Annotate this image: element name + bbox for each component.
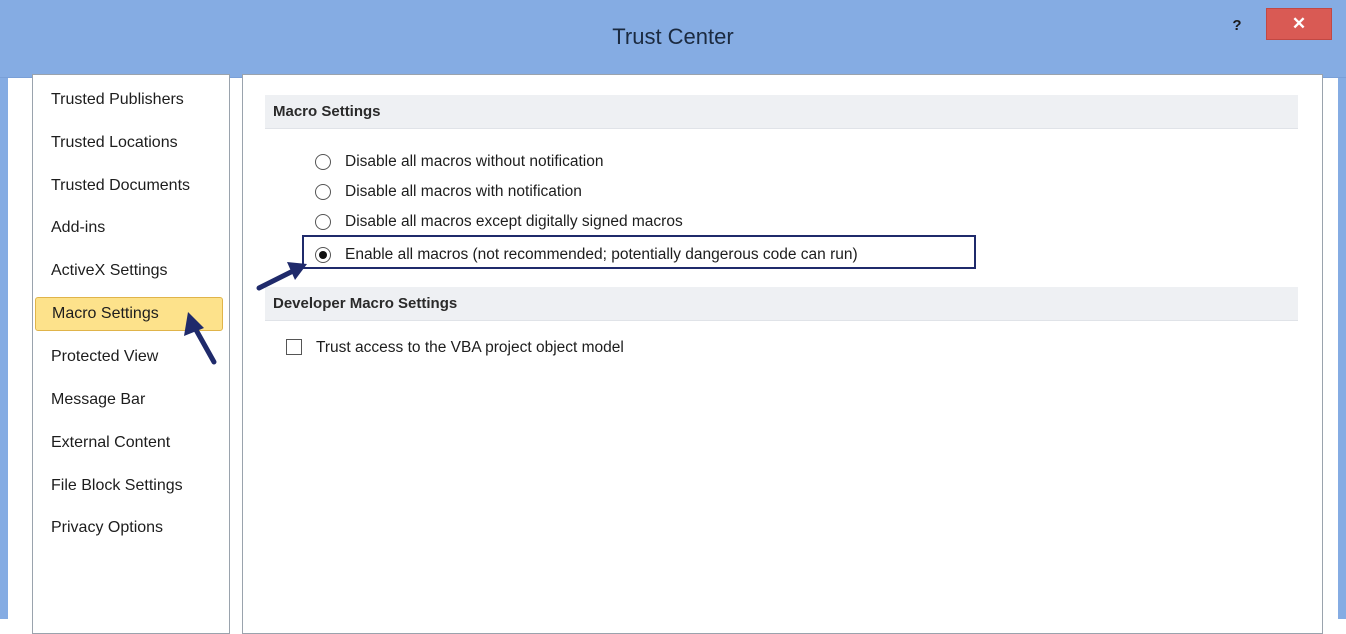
close-button[interactable]: ✕ — [1266, 8, 1332, 40]
radio-button-selected[interactable] — [315, 247, 331, 263]
sidebar: Trusted Publishers Trusted Locations Tru… — [32, 74, 230, 634]
radio-label: Enable all macros (not recommended; pote… — [345, 246, 858, 263]
window-title: Trust Center — [612, 24, 734, 49]
sidebar-item-message-bar[interactable]: Message Bar — [51, 391, 145, 409]
close-icon: ✕ — [1291, 14, 1307, 33]
radio-label: Disable all macros without notification — [345, 153, 604, 170]
radio-button[interactable] — [315, 214, 331, 230]
help-button[interactable]: ? — [1222, 12, 1252, 40]
radio-button[interactable] — [315, 154, 331, 170]
radio-button[interactable] — [315, 184, 331, 200]
sidebar-item-activex-settings[interactable]: ActiveX Settings — [51, 262, 168, 280]
sidebar-item-file-block-settings[interactable]: File Block Settings — [51, 477, 183, 495]
title-bar[interactable]: Trust Center ? ✕ — [0, 0, 1346, 78]
sidebar-item-privacy-options[interactable]: Privacy Options — [51, 519, 163, 537]
sidebar-item-macro-settings[interactable]: Macro Settings — [35, 297, 223, 331]
sidebar-item-trusted-documents[interactable]: Trusted Documents — [51, 177, 190, 195]
sidebar-item-add-ins[interactable]: Add-ins — [51, 219, 105, 237]
trust-center-dialog: Trust Center ? ✕ Trusted Publishers Trus… — [0, 0, 1346, 634]
section-header-developer-macro-settings: Developer Macro Settings — [265, 287, 1298, 321]
radio-dot-icon — [319, 251, 327, 259]
window-frame-left — [0, 78, 8, 619]
radio-label: Disable all macros with notification — [345, 183, 582, 200]
sidebar-item-protected-view[interactable]: Protected View — [51, 348, 158, 366]
checkbox-label: Trust access to the VBA project object m… — [316, 339, 624, 356]
sidebar-item-trusted-publishers[interactable]: Trusted Publishers — [51, 91, 184, 109]
section-header-macro-settings: Macro Settings — [265, 95, 1298, 129]
sidebar-item-external-content[interactable]: External Content — [51, 434, 170, 452]
window-frame-right — [1338, 78, 1346, 619]
radio-label: Disable all macros except digitally sign… — [345, 213, 683, 230]
checkbox[interactable] — [286, 339, 302, 355]
sidebar-item-trusted-locations[interactable]: Trusted Locations — [51, 134, 178, 152]
